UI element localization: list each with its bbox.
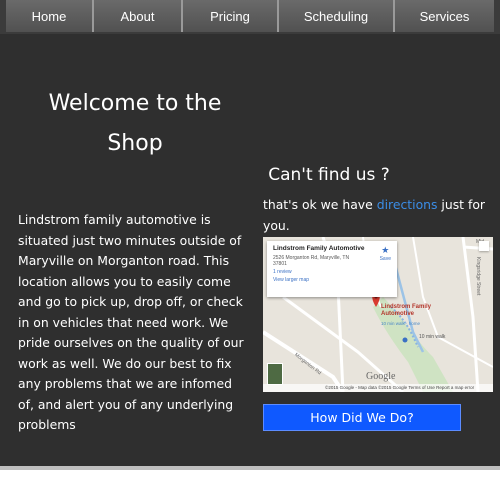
map-attribution: ©2015 Google - Map data ©2015 Google Ter… (263, 384, 493, 392)
find-us-heading: Can't find us ? (268, 165, 390, 185)
directions-text-before: that's ok we have (263, 197, 377, 212)
footer (0, 466, 500, 500)
footer-divider (0, 466, 500, 470)
about-paragraph: Lindstrom family automotive is situated … (18, 212, 244, 432)
nav-item-pricing[interactable]: Pricing (183, 0, 279, 32)
main-content: Welcome to the Shop Lindstrom family aut… (0, 34, 500, 466)
map-walk-label: 10 min walk · home (381, 321, 421, 326)
save-label: Save (379, 256, 391, 262)
welcome-title-line1: Welcome to the (48, 91, 222, 116)
welcome-title-line2: Shop (107, 131, 163, 156)
feedback-button[interactable]: How Did We Do? (263, 404, 461, 431)
satellite-toggle[interactable] (267, 363, 283, 385)
map-walk-time: 10 min walk (419, 334, 446, 340)
nav-item-services[interactable]: Services (395, 0, 494, 32)
map-pin-label-line2: Automotive (381, 310, 414, 317)
welcome-heading: Welcome to the Shop (20, 84, 250, 164)
map-card-address: 2526 Morganton Rd, Maryville, TN 37801 (273, 255, 350, 267)
google-map[interactable]: Lindstrom Family Automotive 2526 Morgant… (263, 237, 493, 392)
save-button[interactable]: ★ Save (380, 245, 391, 262)
fullscreen-icon[interactable] (479, 241, 489, 251)
street-label-kingsridge: Kingsridge Street (475, 257, 481, 296)
top-nav: Home About Pricing Scheduling Services (0, 0, 500, 34)
directions-text: that's ok we have directions just for yo… (263, 194, 495, 236)
map-info-card: Lindstrom Family Automotive 2526 Morgant… (267, 241, 397, 297)
google-logo: Google (366, 371, 396, 382)
map-card-reviews[interactable]: 1 review (273, 269, 391, 275)
nav-item-about[interactable]: About (94, 0, 183, 32)
nav-item-scheduling[interactable]: Scheduling (279, 0, 395, 32)
star-icon: ★ (381, 245, 390, 255)
nav-item-home[interactable]: Home (6, 0, 94, 32)
nav-bar: Home About Pricing Scheduling Services (6, 0, 494, 32)
view-larger-map-link[interactable]: View larger map (273, 277, 391, 283)
map-card-title: Lindstrom Family Automotive (273, 245, 365, 252)
map-pin-label-line1: Lindstrom Family (381, 304, 432, 310)
directions-link[interactable]: directions (377, 197, 438, 212)
map-pin-label: Lindstrom Family Automotive (381, 304, 431, 317)
